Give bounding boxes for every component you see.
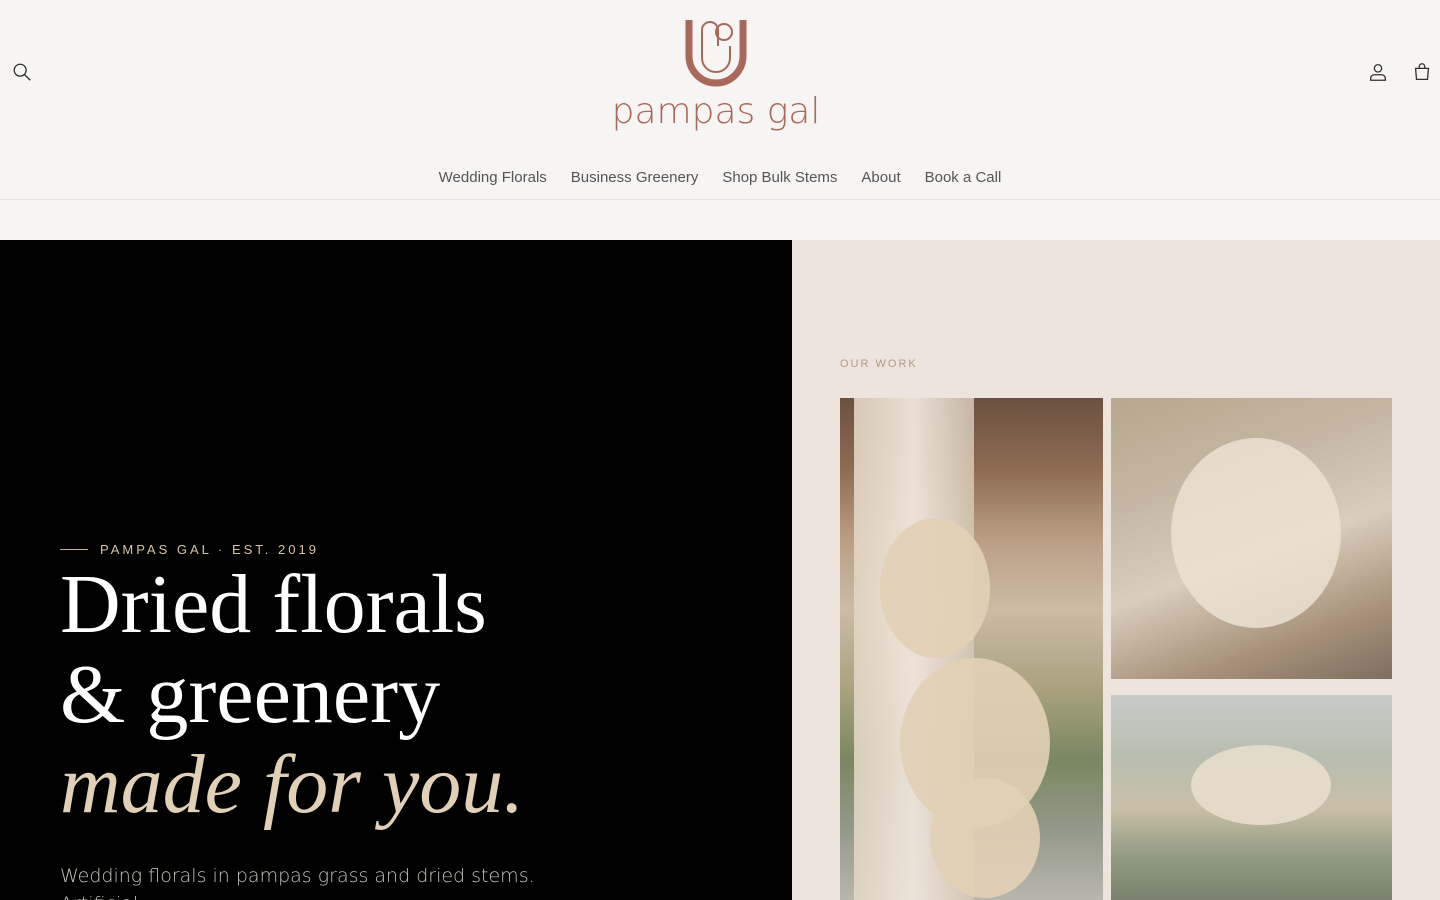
logo-wordmark: pampas gal <box>611 91 821 132</box>
cart-icon[interactable] <box>1408 58 1436 86</box>
gallery-label: OUR WORK <box>840 358 918 370</box>
main-nav: Wedding Florals Business Greenery Shop B… <box>0 166 1440 190</box>
nav-item-business-greenery[interactable]: Business Greenery <box>559 166 711 190</box>
site-header: pampas gal Wedding Florals Business Gree… <box>0 0 1440 200</box>
hero-panel: PAMPAS GAL · EST. 2019 Dried florals & g… <box>0 240 792 900</box>
photo-plume <box>1171 438 1341 628</box>
account-icon[interactable] <box>1364 58 1392 86</box>
gallery-photo-installation[interactable] <box>1111 695 1392 900</box>
hero-description: Wedding florals in pampas grass and drie… <box>60 865 535 900</box>
headline-line-2: & greenery <box>60 648 441 741</box>
hero-eyebrow: PAMPAS GAL · EST. 2019 <box>60 542 319 557</box>
eyebrow-divider <box>60 549 88 550</box>
gallery-photo-bouquet[interactable] <box>1111 398 1392 679</box>
hero-headline: Dried florals & greenery made for you. <box>60 560 524 830</box>
gallery-photo-arch[interactable] <box>840 398 1103 900</box>
photo-plume <box>880 518 990 658</box>
headline-line-1: Dried florals <box>60 558 487 651</box>
headline-line-3: made for you. <box>60 738 525 831</box>
logo-mark-icon <box>685 20 747 87</box>
nav-item-about[interactable]: About <box>849 166 912 190</box>
photo-plume <box>930 778 1040 898</box>
gallery-panel: OUR WORK <box>792 240 1440 900</box>
logo[interactable]: pampas gal <box>610 12 822 136</box>
photo-plume <box>1191 745 1331 825</box>
search-icon[interactable] <box>8 58 36 86</box>
nav-item-book-a-call[interactable]: Book a Call <box>913 166 1014 190</box>
nav-item-shop-bulk-stems[interactable]: Shop Bulk Stems <box>710 166 849 190</box>
nav-item-wedding-florals[interactable]: Wedding Florals <box>427 166 559 190</box>
eyebrow-text: PAMPAS GAL · EST. 2019 <box>100 542 319 557</box>
